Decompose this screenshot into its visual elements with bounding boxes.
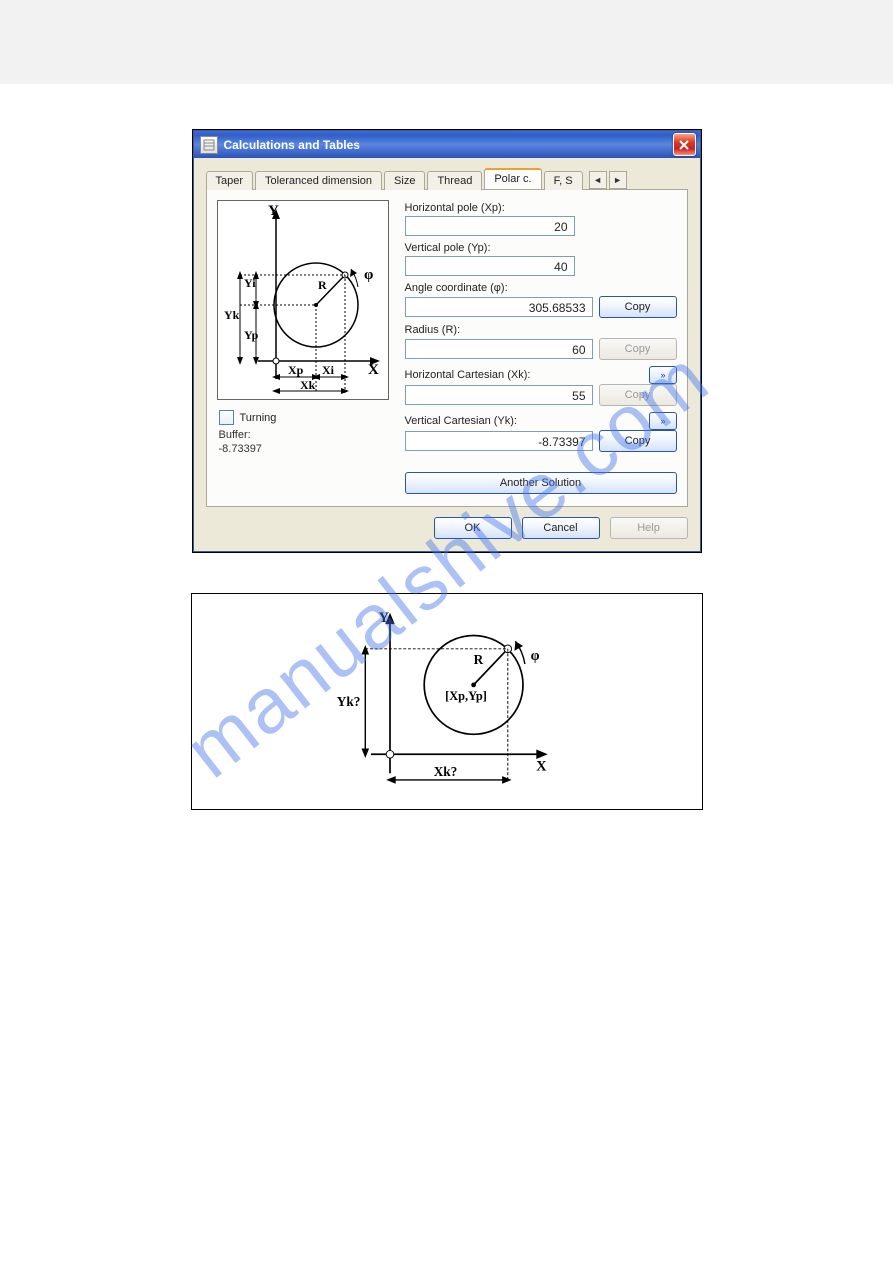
yp-input[interactable]: 40 [405,256,575,276]
tab-thread[interactable]: Thread [427,171,482,190]
d1-label-Yk: Yk [224,308,240,322]
tab-strip: Taper Toleranced dimension Size Thread P… [206,168,688,190]
tab-scroll-right[interactable]: ► [609,171,627,189]
d1-label-Yp: Yp [244,328,259,342]
top-band [0,0,893,84]
dialog-window: Calculations and Tables Taper Toleranced… [193,130,701,552]
turning-checkbox-row: Turning [219,410,397,425]
phi-label: Angle coordinate (φ): [405,282,677,294]
turning-label: Turning [240,412,277,424]
tab-taper[interactable]: Taper [206,171,254,190]
yp-label: Vertical pole (Yp): [405,242,677,254]
d2-label-Xk: Xk? [433,764,457,779]
tab-toleranced[interactable]: Toleranced dimension [255,171,382,190]
close-icon [679,140,689,150]
yk-input[interactable]: -8.73397 [405,431,593,451]
app-icon [200,136,218,154]
d2-label-R: R [473,652,483,667]
tab-polar[interactable]: Polar c. [484,168,541,189]
right-column: Horizontal pole (Xp): 20 Vertical pole (… [405,200,677,494]
copy-phi-button[interactable]: Copy [599,296,677,318]
d1-label-Xi: Xi [322,363,335,377]
buffer-value: -8.73397 [219,443,397,455]
yk-label: Vertical Cartesian (Yk): [405,415,517,427]
xk-input[interactable]: 55 [405,385,593,405]
another-solution-button[interactable]: Another Solution [405,472,677,494]
d2-label-Y: Y [378,610,389,626]
d1-label-phi: φ [364,267,373,283]
xp-label: Horizontal pole (Xp): [405,202,677,214]
tab-scroll-left[interactable]: ◄ [589,171,607,189]
close-button[interactable] [673,133,696,156]
dialog-button-row: OK Cancel Help [206,517,688,539]
d2-label-X: X [536,758,547,774]
help-button: Help [610,517,688,539]
phi-input[interactable]: 305.68533 [405,297,593,317]
dialog-title: Calculations and Tables [224,138,360,152]
copy-r-button: Copy [599,338,677,360]
d2-label-Yk: Yk? [336,693,360,708]
ok-button[interactable]: OK [434,517,512,539]
d2-label-phi: φ [530,648,539,664]
titlebar: Calculations and Tables [194,131,700,158]
d1-label-Y: Y [268,203,279,219]
xk-transfer-button[interactable]: » [649,366,677,384]
d1-label-Xk: Xk [300,378,316,392]
d1-label-X: X [368,362,379,378]
d1-label-Xp: Xp [288,363,304,377]
diagram-2: Y X [Xp,Yp] R φ Yk? Xk? [317,607,577,797]
turning-checkbox[interactable] [219,410,234,425]
dialog-frame: Calculations and Tables Taper Toleranced… [192,129,702,553]
d1-label-R: R [318,278,327,292]
page-body: manualshive.com Calculations and Tables … [0,84,893,850]
diagram-1: Y X R [217,200,389,400]
r-label: Radius (R): [405,324,677,336]
d1-label-Yi: Yi [244,276,256,290]
xk-label: Horizontal Cartesian (Xk): [405,369,531,381]
tab-size[interactable]: Size [384,171,425,190]
tab-scroll: ◄ ► [589,171,627,189]
r-input[interactable]: 60 [405,339,593,359]
left-column: Y X R [217,200,397,494]
tab-fs[interactable]: F, S [544,171,583,190]
diagram-2-frame: Y X [Xp,Yp] R φ Yk? Xk? [191,593,703,810]
yk-transfer-button[interactable]: » [649,412,677,430]
cancel-button[interactable]: Cancel [522,517,600,539]
dialog-client: Taper Toleranced dimension Size Thread P… [194,158,700,551]
xp-input[interactable]: 20 [405,216,575,236]
d2-label-center: [Xp,Yp] [445,689,487,703]
tab-panel-polar: Y X R [206,190,688,507]
copy-xk-button: Copy [599,384,677,406]
buffer-label: Buffer: [219,429,397,441]
copy-yk-button[interactable]: Copy [599,430,677,452]
